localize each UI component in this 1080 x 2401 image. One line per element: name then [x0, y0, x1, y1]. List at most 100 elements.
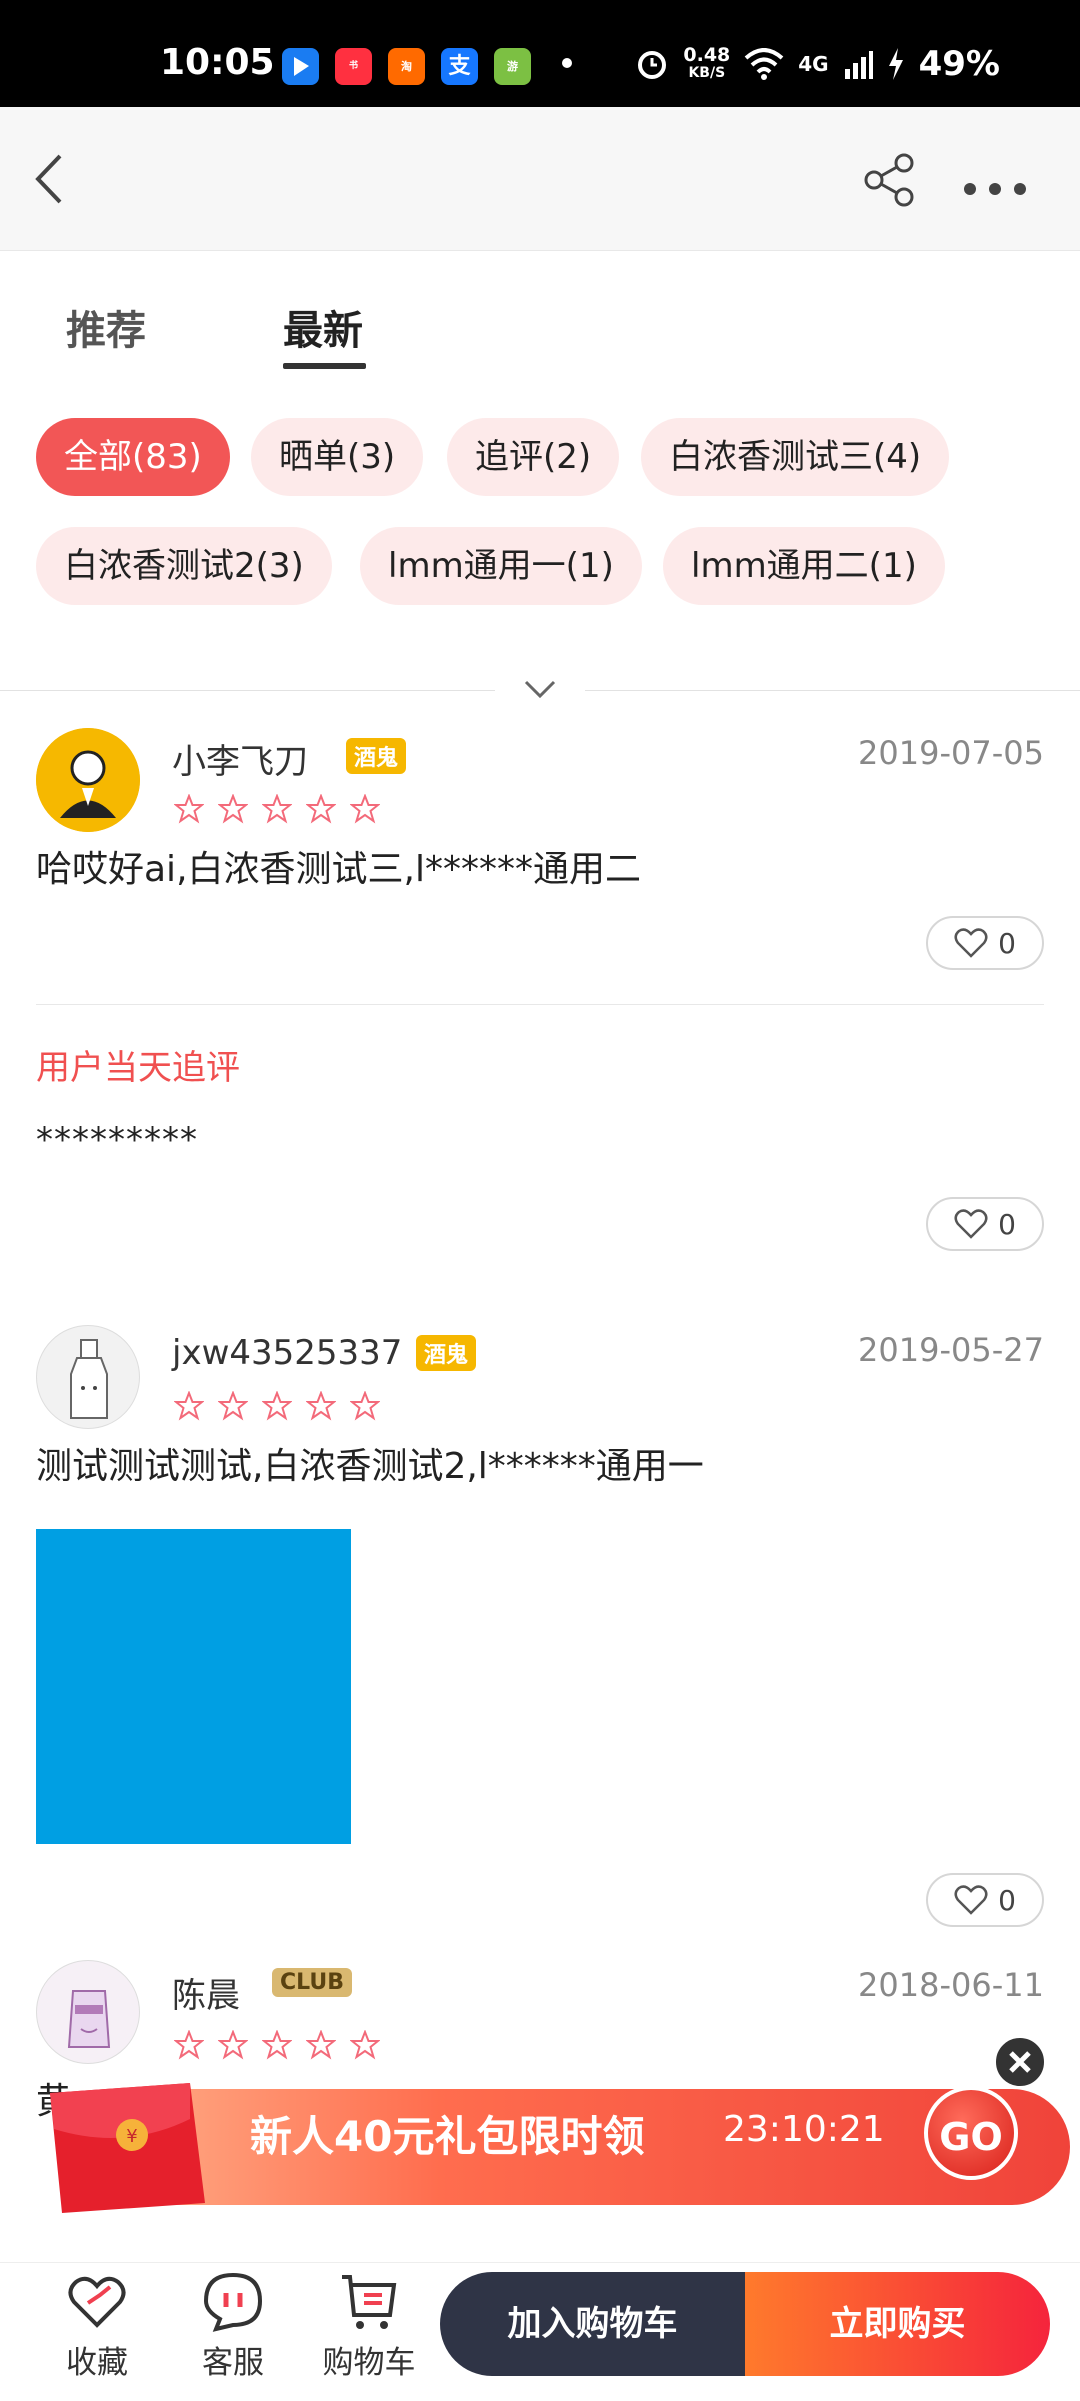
favorite-button[interactable]: 收藏 [42, 2271, 152, 2382]
more-dots-icon [964, 183, 1026, 195]
alarm-icon [638, 51, 667, 79]
bottle-avatar-icon [70, 1339, 108, 1419]
share-button[interactable] [862, 151, 920, 209]
svg-text:¥: ¥ [126, 2126, 137, 2147]
chevron-left-icon [35, 154, 62, 204]
promo-countdown: 23:10:21 [723, 2109, 885, 2150]
filter-chip-tag[interactable]: 白浓香测试三(4) [641, 418, 950, 496]
back-button[interactable] [28, 152, 78, 207]
cart-button[interactable]: 购物车 [314, 2271, 424, 2382]
review-text: 哈哎好ai,白浓香测试三,l******通用二 [36, 849, 641, 890]
promo-go-button[interactable]: GO [924, 2086, 1018, 2180]
user-avatar-icon [36, 728, 140, 832]
favorite-label: 收藏 [66, 2345, 128, 2381]
avatar[interactable] [36, 1960, 140, 2064]
heart-check-icon [68, 2276, 126, 2328]
top-nav-bar [0, 107, 1080, 251]
user-level-badge: CLUB [272, 1968, 353, 1997]
network-speed: 0.48 KB/S [683, 46, 730, 82]
battery-percent: 49% [918, 44, 1000, 84]
star-icon [350, 794, 380, 824]
add-to-cart-button[interactable]: 加入购物车 [440, 2272, 745, 2376]
more-notifications-dot [562, 58, 572, 68]
followup-text: ********* [36, 1120, 198, 1160]
bottom-action-bar: 收藏 客服 购物车 加入购物车 立即购买 [0, 2262, 1080, 2401]
wifi-icon [744, 48, 784, 80]
speed-unit: KB/S [688, 65, 726, 81]
charging-icon [888, 48, 903, 80]
more-options-button[interactable] [960, 177, 1030, 201]
status-right: 0.48 KB/S 4G 49% [635, 44, 1000, 84]
filter-chip-photos[interactable]: 晒单(3) [251, 418, 424, 496]
heart-icon [954, 928, 988, 958]
close-icon [1009, 2051, 1031, 2073]
tencent-maps-icon [282, 48, 319, 85]
customer-service-button[interactable]: 客服 [178, 2271, 288, 2382]
filter-chip-followup[interactable]: 追评(2) [447, 418, 620, 496]
star-icon [218, 2030, 248, 2060]
status-bar: 10:05 书 淘 支 游 0.48 KB/S 4G 49% [0, 0, 1080, 107]
avatar[interactable] [36, 1325, 140, 1429]
review-date: 2019-07-05 [858, 734, 1044, 772]
filter-chip-tag[interactable]: 白浓香测试2(3) [36, 527, 332, 605]
status-time: 10:05 [160, 42, 275, 83]
like-button[interactable]: 0 [926, 1873, 1044, 1927]
close-promo-button[interactable] [993, 2035, 1047, 2089]
tab-recommend[interactable]: 推荐 [66, 298, 146, 356]
avatar[interactable] [36, 728, 140, 832]
heart-icon [954, 1885, 988, 1915]
review-username: 小李飞刀 [172, 742, 308, 782]
game-app-icon: 游 [494, 48, 531, 85]
star-icon [306, 794, 336, 824]
cart-icon [342, 2275, 397, 2329]
user-avatar-icon [67, 1990, 111, 2048]
star-icon [174, 1391, 204, 1421]
followup-title: 用户当天追评 [36, 1048, 240, 1088]
star-icon [262, 794, 292, 824]
user-level-badge: 酒鬼 [416, 1335, 477, 1371]
star-rating [174, 2030, 380, 2060]
speed-value: 0.48 [683, 44, 731, 66]
share-icon [864, 153, 914, 207]
promo-title: 新人40元礼包限时领 [250, 2112, 645, 2161]
review-date: 2019-05-27 [858, 1331, 1044, 1369]
filter-chip-tag[interactable]: lmm通用一(1) [360, 527, 642, 605]
star-icon [350, 1391, 380, 1421]
star-icon [350, 2030, 380, 2060]
like-button[interactable]: 0 [926, 916, 1044, 970]
buy-now-button[interactable]: 立即购买 [745, 2272, 1050, 2376]
review-text: 测试测试测试,白浓香测试2,l******通用一 [36, 1446, 704, 1487]
taobao-special-icon: 淘 [388, 48, 425, 85]
like-count: 0 [998, 926, 1016, 960]
filter-chip-tag[interactable]: lmm通用二(1) [663, 527, 945, 605]
red-envelope-icon: ¥ [40, 2063, 215, 2213]
xiaohongshu-icon: 书 [335, 48, 372, 85]
star-icon [174, 794, 204, 824]
signal-icon [844, 51, 873, 79]
star-rating [174, 794, 380, 824]
user-level-badge: 酒鬼 [346, 738, 407, 774]
star-icon [306, 1391, 336, 1421]
tab-latest[interactable]: 最新 [283, 298, 363, 356]
star-icon [218, 794, 248, 824]
star-icon [262, 1391, 292, 1421]
review-photo[interactable] [36, 1529, 351, 1844]
chat-icon [203, 2272, 263, 2332]
active-tab-indicator [283, 363, 366, 369]
heart-icon [954, 1209, 988, 1239]
like-button[interactable]: 0 [926, 1197, 1044, 1251]
alipay-icon: 支 [441, 48, 478, 85]
review-tabs: 推荐 最新 [0, 250, 1080, 380]
star-icon [174, 2030, 204, 2060]
review-date: 2018-06-11 [858, 1966, 1044, 2004]
star-rating [174, 1391, 380, 1421]
expand-filters-button[interactable] [495, 670, 585, 714]
customer-service-label: 客服 [202, 2345, 264, 2381]
review-username: 陈晨 [172, 1976, 240, 2016]
network-type: 4G [798, 52, 829, 76]
notification-app-icons: 书 淘 支 游 [282, 48, 531, 85]
chevron-down-icon [524, 680, 556, 699]
new-user-promo-banner[interactable]: ¥ 新人40元礼包限时领 23:10:21 GO [40, 2063, 1070, 2213]
like-count: 0 [998, 1883, 1016, 1917]
filter-chip-all[interactable]: 全部(83) [36, 418, 230, 496]
